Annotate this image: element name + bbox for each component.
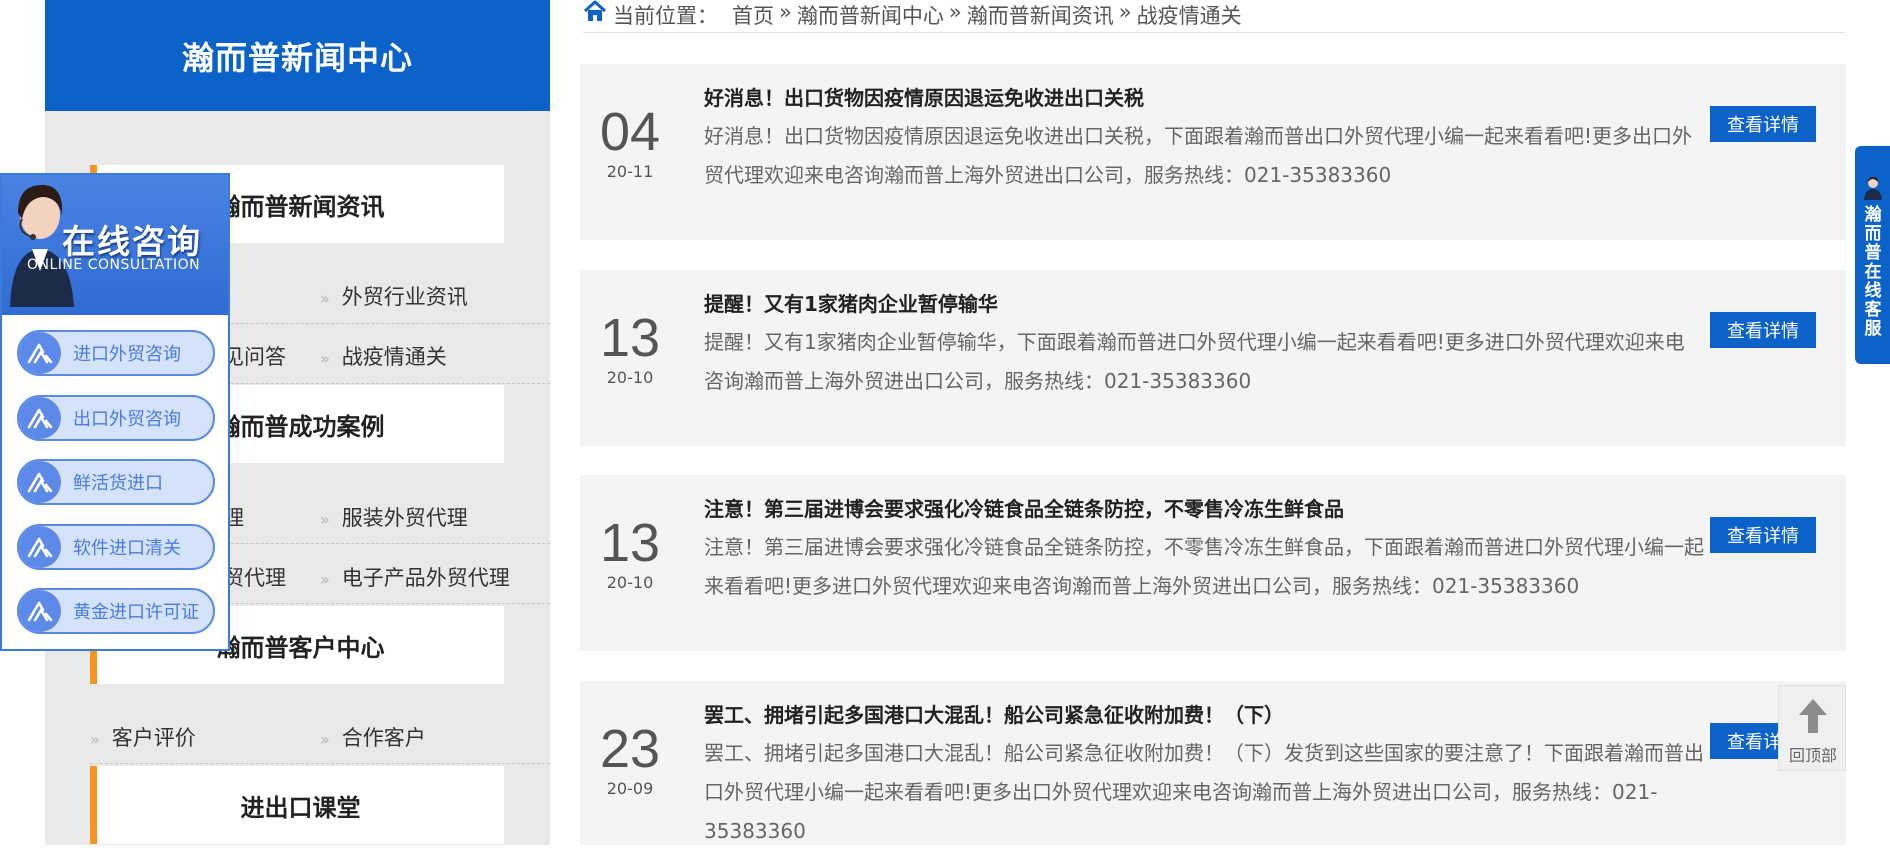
news-title[interactable]: 注意！第三届进博会要求强化冷链食品全链条防控，不零售冷冻生鲜食品	[704, 493, 1344, 522]
sub-item-faq[interactable]: 见问答	[223, 341, 286, 371]
view-details-button[interactable]: 查看详情	[1710, 106, 1816, 142]
consult-item-label: 软件进口清关	[73, 538, 181, 559]
breadcrumb-current[interactable]: 战疫情通关	[1137, 0, 1242, 30]
customer-service-icon	[1864, 177, 1882, 200]
news-day: 23	[599, 719, 661, 779]
back-to-top-button[interactable]: 回顶部	[1778, 685, 1846, 771]
breadcrumb-home[interactable]: 首页	[732, 0, 774, 30]
double-chevron-icon: »	[320, 510, 330, 529]
consult-item-label: 出口外贸咨询	[73, 409, 181, 430]
breadcrumb: 当前位置： 首页 » 瀚而普新闻中心 » 瀚而普新闻资讯 » 战疫情通关	[583, 0, 1845, 33]
double-chevron-icon: »	[320, 289, 330, 308]
news-title[interactable]: 罢工、拥堵引起多国港口大混乱！船公司紧急征收附加费！（下）	[704, 699, 1284, 728]
sub-item-apparel-agency[interactable]: » 服装外贸代理	[320, 502, 468, 532]
category-label: 瀚而普新闻资讯	[216, 192, 385, 221]
double-chevron-icon: »	[320, 570, 330, 589]
sub-item-label: 见问答	[223, 345, 286, 369]
consult-title: 在线咨询	[62, 222, 202, 261]
category-label: 瀚而普客户中心	[216, 633, 385, 662]
sub-item-trade-news[interactable]: » 外贸行业资讯	[320, 281, 468, 311]
sub-item-label: 服装外贸代理	[341, 506, 468, 530]
logo-icon	[19, 461, 61, 503]
consult-software-clearance[interactable]: 软件进口清关	[17, 524, 215, 570]
logo-icon	[19, 590, 61, 632]
news-card[interactable]: 13 20-10 提醒！又有1家猪肉企业暂停输华 提醒！又有1家猪肉企业暂停输华…	[580, 270, 1846, 446]
news-card[interactable]: 04 20-11 好消息！出口货物因疫情原因退运免收进出口关税 好消息！出口货物…	[580, 64, 1846, 240]
sub-item-electronics-agency[interactable]: » 电子产品外贸代理	[320, 562, 510, 592]
breadcrumb-news[interactable]: 瀚而普新闻资讯	[967, 0, 1114, 30]
logo-icon	[19, 526, 61, 568]
breadcrumb-separator: »	[1118, 0, 1132, 24]
news-summary: 罢工、拥堵引起多国港口大混乱！船公司紧急征收附加费！（下）发货到这些国家的要注意…	[704, 741, 1704, 843]
consult-subtitle: ONLINE CONSULTATION	[27, 257, 201, 273]
consult-banner[interactable]: 在线咨询 ONLINE CONSULTATION	[2, 175, 228, 315]
sub-item-customer-reviews[interactable]: » 客户评价	[90, 722, 196, 752]
sub-item-label: 客户评价	[111, 726, 196, 750]
logo-icon	[19, 397, 61, 439]
news-card[interactable]: 13 20-10 注意！第三届进博会要求强化冷链食品全链条防控，不零售冷冻生鲜食…	[580, 475, 1846, 651]
news-summary: 注意！第三届进博会要求强化冷链食品全链条防控，不零售冷冻生鲜食品，下面跟着瀚而普…	[704, 535, 1704, 598]
news-year-month: 20-10	[606, 573, 654, 592]
news-year-month: 20-10	[606, 368, 654, 387]
double-chevron-icon: »	[90, 730, 100, 749]
divider	[90, 763, 550, 764]
news-day: 04	[599, 102, 661, 162]
consult-item-label: 黄金进口许可证	[73, 602, 199, 623]
sub-item-trade-agency[interactable]: 贸代理	[223, 562, 286, 592]
consult-export-trade[interactable]: 出口外贸咨询	[17, 395, 215, 441]
breadcrumb-prefix: 当前位置：	[613, 4, 718, 28]
consult-item-label: 进口外贸咨询	[73, 344, 181, 365]
sub-item-label: 贸代理	[223, 566, 286, 590]
sub-item-label: 电子产品外贸代理	[341, 566, 510, 590]
back-to-top-label: 回顶部	[1788, 746, 1837, 765]
sidebar-title: 瀚而普新闻中心	[45, 0, 550, 111]
breadcrumb-news-center[interactable]: 瀚而普新闻中心	[797, 0, 944, 30]
online-service-tab[interactable]: 瀚而普在线客服	[1855, 146, 1890, 364]
news-title[interactable]: 提醒！又有1家猪肉企业暂停输华	[704, 288, 998, 317]
double-chevron-icon: »	[320, 349, 330, 368]
arrow-up-icon	[1799, 699, 1827, 733]
news-year-month: 20-09	[606, 779, 654, 798]
category-label: 进出口课堂	[240, 793, 361, 822]
breadcrumb-separator: »	[779, 0, 792, 24]
news-day: 13	[599, 308, 661, 368]
sub-item-label: 外贸行业资讯	[341, 285, 468, 309]
breadcrumb-separator: »	[948, 0, 962, 24]
news-title[interactable]: 好消息！出口货物因疫情原因退运免收进出口关税	[704, 82, 1144, 111]
consult-import-trade[interactable]: 进口外贸咨询	[17, 330, 215, 376]
logo-icon	[19, 332, 61, 374]
consult-gold-license[interactable]: 黄金进口许可证	[17, 588, 215, 634]
view-details-button[interactable]: 查看详情	[1710, 312, 1816, 348]
news-summary: 好消息！出口货物因疫情原因退运免收进出口关税，下面跟着瀚而普出口外贸代理小编一起…	[704, 124, 1693, 187]
online-consult-widget: 在线咨询 ONLINE CONSULTATION 进口外贸咨询 出口外贸咨询 鲜…	[0, 173, 230, 651]
news-summary: 提醒！又有1家猪肉企业暂停输华，下面跟着瀚而普进口外贸代理小编一起来看看吧!更多…	[704, 330, 1685, 393]
view-details-button[interactable]: 查看详情	[1710, 517, 1816, 553]
news-year-month: 20-11	[606, 162, 654, 181]
sub-item-epidemic-clearance[interactable]: » 战疫情通关	[320, 341, 447, 371]
sub-item-label: 合作客户	[341, 726, 426, 750]
news-day: 13	[599, 513, 661, 573]
sub-item-partner-customers[interactable]: » 合作客户	[320, 722, 426, 752]
consult-live-goods[interactable]: 鲜活货进口	[17, 459, 215, 505]
news-card[interactable]: 23 20-09 罢工、拥堵引起多国港口大混乱！船公司紧急征收附加费！（下） 罢…	[580, 681, 1846, 845]
category-label: 瀚而普成功案例	[216, 412, 385, 441]
sub-item-label: 战疫情通关	[341, 345, 447, 369]
category-import-export-class[interactable]: 进出口课堂	[90, 766, 504, 844]
online-service-label: 瀚而普在线客服	[1864, 205, 1882, 339]
home-icon	[583, 0, 607, 21]
consult-item-label: 鲜活货进口	[73, 473, 163, 494]
double-chevron-icon: »	[320, 730, 330, 749]
